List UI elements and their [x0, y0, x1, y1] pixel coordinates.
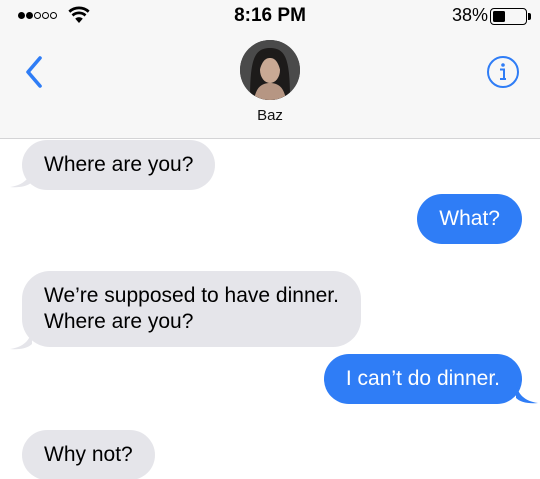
chevron-left-icon — [26, 56, 42, 88]
incoming-bubble-tail — [10, 168, 32, 188]
contact-name[interactable]: Baz — [0, 107, 540, 124]
outgoing-message-bubble[interactable]: I can’t do dinner. — [323, 354, 522, 404]
battery-percentage: 38% — [452, 5, 489, 25]
incoming-bubble-tail — [10, 330, 32, 350]
info-button[interactable] — [486, 55, 520, 89]
avatar[interactable] — [240, 40, 300, 100]
outgoing-message-bubble[interactable]: What? — [417, 194, 522, 244]
status-bar: 8:16 PM 38% — [0, 0, 540, 32]
battery-terminal — [528, 13, 531, 20]
message-thread: Where are you? What? We’re supposed to h… — [0, 140, 540, 479]
battery-icon — [490, 8, 527, 25]
conversation-header: Baz — [0, 32, 540, 139]
back-button[interactable] — [20, 52, 50, 92]
outgoing-bubble-tail — [516, 384, 538, 404]
incoming-message-bubble[interactable]: We’re supposed to have dinner. Where are… — [22, 271, 361, 347]
incoming-message-bubble[interactable]: Where are you? — [22, 140, 216, 190]
incoming-message-bubble[interactable]: Why not? — [22, 430, 155, 479]
battery-fill — [493, 11, 505, 22]
